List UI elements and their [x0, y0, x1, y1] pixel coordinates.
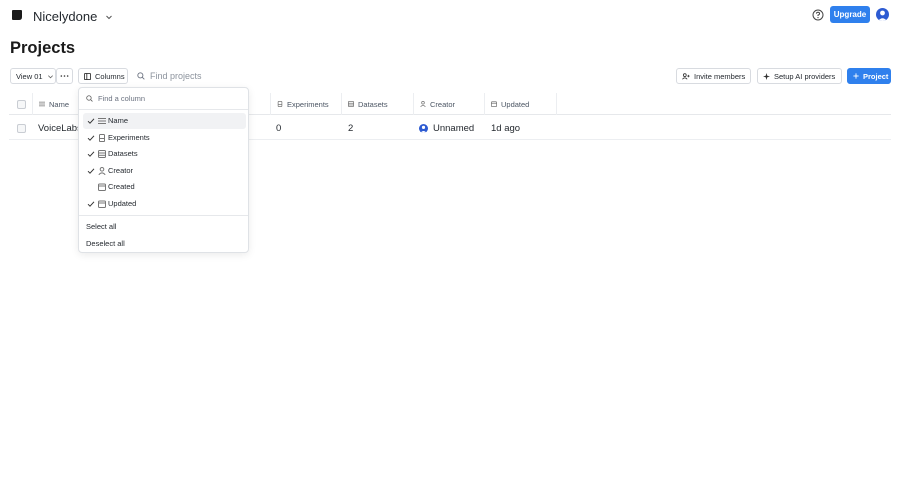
person-icon	[98, 166, 106, 175]
check-icon	[87, 167, 95, 174]
column-header-experiments[interactable]: Experiments	[270, 93, 341, 115]
user-avatar[interactable]	[876, 8, 889, 21]
plus-icon	[853, 73, 859, 79]
invite-members-button[interactable]: Invite members	[676, 68, 751, 84]
database-icon	[348, 101, 354, 107]
column-header-creator[interactable]: Creator	[413, 93, 484, 115]
creator-name: Unnamed	[433, 122, 475, 134]
sparkle-icon	[763, 72, 770, 80]
creator-avatar	[419, 123, 428, 133]
column-header-datasets-label: Datasets	[358, 99, 388, 109]
person-icon	[420, 101, 426, 107]
check-icon	[87, 151, 95, 157]
page-title: Projects	[10, 39, 76, 57]
view-more-button[interactable]	[56, 68, 73, 84]
more-horizontal-icon	[60, 75, 69, 77]
menu-divider	[79, 215, 248, 216]
column-option-label: Creator	[108, 165, 134, 175]
column-search-input[interactable]	[98, 94, 228, 103]
help-icon[interactable]	[812, 9, 824, 21]
project-search-input[interactable]	[150, 71, 250, 81]
chevron-down-icon	[106, 15, 113, 19]
select-all-columns-button[interactable]: Select all	[86, 222, 116, 231]
search-icon	[86, 95, 93, 102]
columns-button[interactable]: Columns	[78, 68, 128, 84]
row-select-cell	[17, 116, 26, 140]
check-icon	[87, 118, 95, 124]
setup-ai-providers-button[interactable]: Setup AI providers	[757, 68, 842, 84]
setup-ai-providers-label: Setup AI providers	[774, 71, 836, 81]
updated-cell: 1d ago	[491, 122, 521, 134]
row-checkbox[interactable]	[17, 123, 26, 133]
beaker-icon	[277, 101, 283, 107]
add-project-label: Project	[863, 71, 889, 81]
list-icon	[98, 118, 106, 124]
select-all-cell	[11, 93, 26, 115]
columns-label: Columns	[95, 71, 125, 81]
calendar-icon	[98, 183, 106, 191]
chevron-down-icon	[47, 74, 53, 78]
columns-menu: Name Experiments Datasets Creator Create…	[78, 87, 249, 253]
column-header-updated[interactable]: Updated	[484, 93, 556, 115]
column-search	[79, 88, 248, 110]
beaker-icon	[99, 133, 105, 142]
column-option-label: Created	[108, 182, 135, 191]
column-option-label: Datasets	[108, 149, 138, 158]
add-user-icon	[682, 72, 690, 80]
calendar-icon	[98, 200, 106, 208]
column-option-label: Experiments	[108, 132, 150, 142]
calendar-icon	[491, 101, 497, 107]
project-name-cell[interactable]: VoiceLabs	[38, 116, 82, 140]
add-project-button[interactable]: Project	[847, 68, 891, 84]
column-header-datasets[interactable]: Datasets	[341, 93, 413, 115]
search-icon	[137, 72, 145, 80]
org-switcher[interactable]: Nicelydone	[33, 9, 113, 24]
column-option-label: Updated	[108, 198, 137, 208]
check-icon	[87, 134, 95, 141]
org-name: Nicelydone	[33, 9, 98, 24]
deselect-all-columns-button[interactable]: Deselect all	[86, 239, 125, 248]
person-icon	[878, 10, 887, 21]
check-icon	[87, 200, 95, 207]
view-selector-button[interactable]: View 01	[10, 68, 56, 84]
view-label: View 01	[16, 71, 43, 81]
column-header-creator-label: Creator	[430, 99, 456, 109]
column-header-end	[556, 93, 563, 115]
creator-cell: Unnamed	[419, 116, 474, 140]
project-search	[137, 68, 257, 84]
column-option-created[interactable]: Created	[83, 179, 246, 195]
datasets-count-cell: 2	[348, 122, 354, 134]
columns-icon	[84, 72, 91, 80]
person-icon	[420, 125, 427, 133]
column-option-updated[interactable]: Updated	[83, 196, 246, 212]
upgrade-button[interactable]: Upgrade	[830, 6, 870, 23]
list-icon	[39, 101, 45, 107]
app-logo-icon[interactable]	[11, 9, 23, 21]
top-bar: Nicelydone Upgrade	[0, 0, 900, 30]
column-header-experiments-label: Experiments	[287, 99, 329, 109]
invite-members-label: Invite members	[694, 71, 746, 81]
column-option-experiments[interactable]: Experiments	[83, 130, 246, 146]
column-option-datasets[interactable]: Datasets	[83, 146, 246, 162]
column-header-updated-label: Updated	[501, 99, 530, 109]
column-option-label: Name	[108, 116, 129, 125]
column-header-name-label: Name	[49, 99, 70, 109]
database-icon	[98, 150, 106, 158]
experiments-count-cell: 0	[276, 122, 282, 134]
select-all-checkbox[interactable]	[17, 99, 26, 109]
column-option-creator[interactable]: Creator	[83, 163, 246, 179]
column-option-name[interactable]: Name	[83, 113, 246, 129]
